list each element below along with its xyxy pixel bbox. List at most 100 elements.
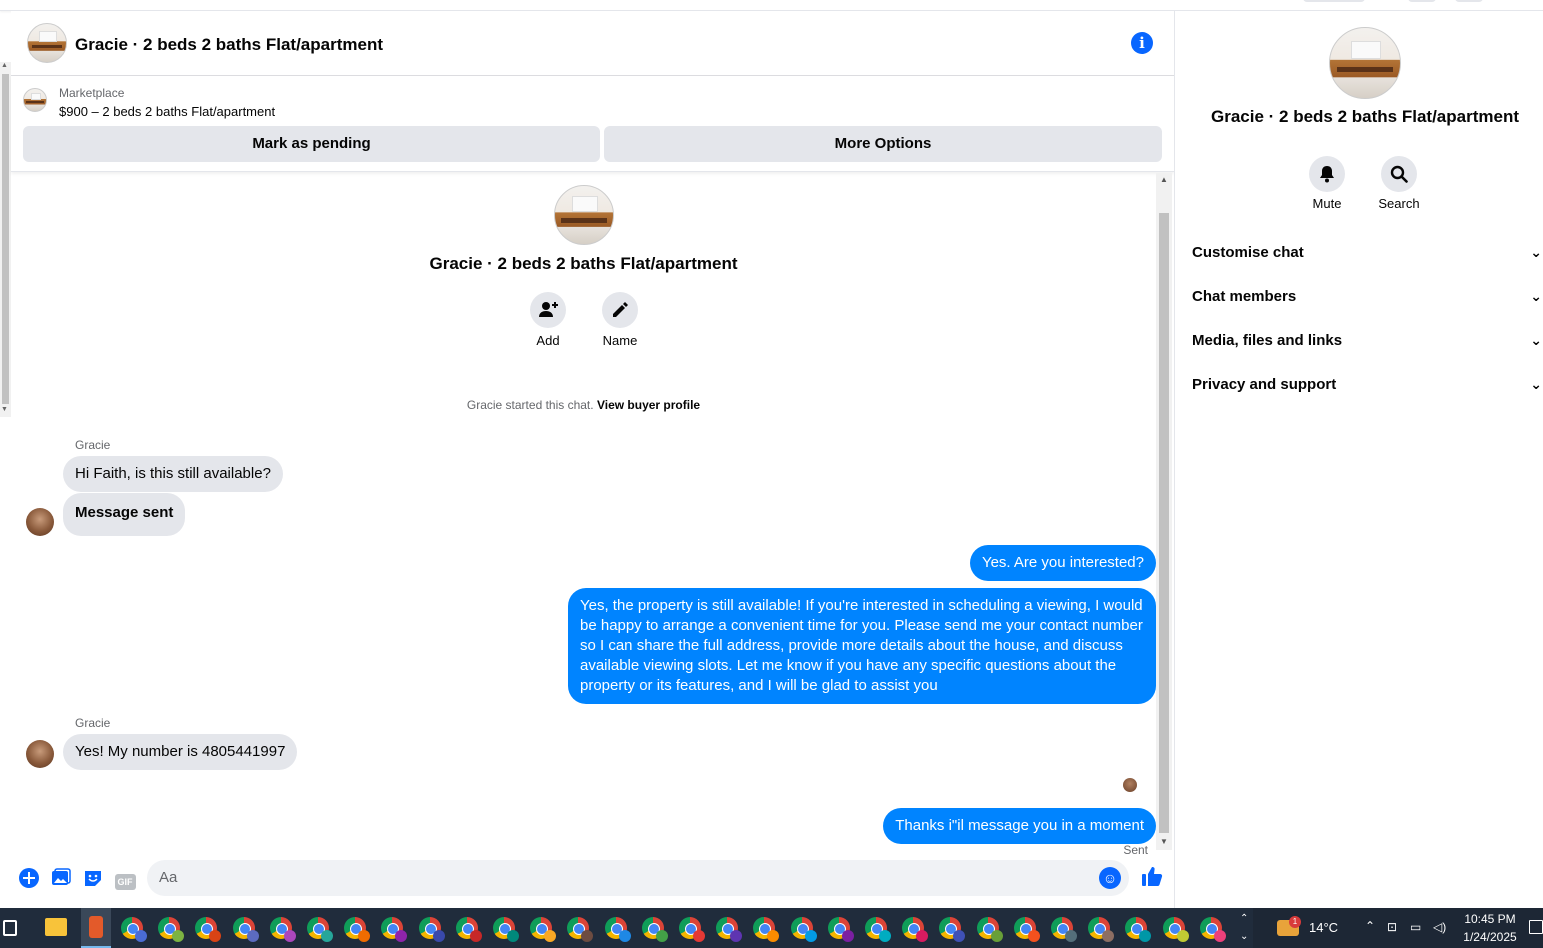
listing-thumbnail[interactable] bbox=[23, 88, 47, 112]
add-button[interactable] bbox=[530, 292, 566, 328]
emoji-icon[interactable]: ☺ bbox=[1099, 867, 1121, 889]
file-explorer-icon[interactable] bbox=[45, 918, 67, 936]
chrome-profile-taskbar-button[interactable] bbox=[865, 917, 891, 942]
chrome-profile-taskbar-button[interactable] bbox=[976, 917, 1003, 942]
chrome-profile-taskbar-button[interactable] bbox=[493, 917, 519, 942]
incoming-message[interactable]: Message sent bbox=[63, 493, 186, 536]
view-buyer-profile-link[interactable]: View buyer profile bbox=[597, 398, 700, 412]
chrome-profile-taskbar-button[interactable] bbox=[158, 917, 185, 942]
chrome-profile-taskbar-button[interactable] bbox=[827, 917, 854, 942]
scroll-up-arrow[interactable]: ▲ bbox=[1160, 175, 1168, 184]
chrome-profile-taskbar-button[interactable] bbox=[1162, 917, 1189, 942]
chrome-profile-taskbar-button[interactable] bbox=[1051, 917, 1077, 942]
incoming-message[interactable]: Hi Faith, is this still available? bbox=[63, 456, 283, 492]
chrome-profile-taskbar-button[interactable] bbox=[195, 917, 222, 942]
add-label: Add bbox=[536, 333, 560, 348]
message-input[interactable]: Aa ☺ bbox=[147, 860, 1129, 896]
chrome-profile-taskbar-button[interactable] bbox=[232, 917, 259, 942]
search-button[interactable] bbox=[1381, 156, 1417, 192]
photo-button[interactable] bbox=[50, 868, 72, 890]
taskbar-scroll-arrows[interactable]: ⌃ ⌄ bbox=[1240, 910, 1248, 946]
privacy-support-section[interactable]: Privacy and support ⌄ bbox=[1192, 376, 1542, 393]
outgoing-message[interactable]: Yes. Are you interested? bbox=[969, 545, 1156, 581]
chrome-profile-taskbar-button[interactable] bbox=[1088, 917, 1115, 942]
avatar[interactable] bbox=[26, 740, 54, 768]
more-actions-button[interactable] bbox=[18, 868, 40, 890]
photo-icon bbox=[52, 868, 71, 885]
chrome-profile-taskbar-button[interactable] bbox=[567, 917, 594, 942]
chat-title[interactable]: Gracie · 2 beds 2 baths Flat/apartment bbox=[75, 35, 383, 55]
more-options-button[interactable]: More Options bbox=[604, 126, 1162, 162]
chrome-profile-taskbar-button[interactable] bbox=[418, 917, 445, 942]
chrome-profile-taskbar-button[interactable] bbox=[679, 917, 705, 942]
customise-chat-section[interactable]: Customise chat ⌄ bbox=[1192, 244, 1542, 261]
network-icon[interactable]: ▭ bbox=[1410, 920, 1421, 934]
chrome-profile-taskbar-button[interactable] bbox=[307, 917, 333, 942]
chrome-profile-taskbar-button[interactable] bbox=[790, 917, 817, 942]
message-scroll-thumb[interactable] bbox=[1159, 213, 1169, 833]
profile-badge-icon bbox=[990, 930, 1003, 942]
gif-button[interactable]: GIF bbox=[114, 868, 136, 890]
message-list: Gracie · 2 beds 2 baths Flat/apartment A… bbox=[11, 172, 1156, 857]
left-scroll-thumb[interactable] bbox=[2, 74, 9, 404]
top-strip-icon[interactable] bbox=[1408, 0, 1436, 2]
chrome-profile-taskbar-button[interactable] bbox=[269, 917, 296, 942]
incoming-message[interactable]: Yes! My number is 4805441997 bbox=[63, 734, 298, 770]
listing-price[interactable]: $900 – 2 beds 2 baths Flat/apartment bbox=[59, 104, 275, 119]
clock-date[interactable]: 1/24/2025 bbox=[1458, 930, 1522, 944]
scroll-up-arrow[interactable]: ▲ bbox=[1, 62, 8, 69]
chrome-profile-taskbar-button[interactable] bbox=[753, 917, 780, 942]
chrome-profile-taskbar-button[interactable] bbox=[455, 917, 482, 942]
browser-top-strip bbox=[0, 0, 1543, 11]
info-icon[interactable]: i bbox=[1131, 32, 1153, 54]
chat-members-section[interactable]: Chat members ⌄ bbox=[1192, 288, 1542, 305]
listing-avatar[interactable] bbox=[27, 23, 67, 63]
scroll-down-arrow[interactable]: ▼ bbox=[1160, 837, 1168, 846]
chrome-profile-taskbar-button[interactable] bbox=[1199, 917, 1226, 942]
like-button[interactable] bbox=[1141, 865, 1163, 887]
chrome-profile-taskbar-button[interactable] bbox=[1125, 917, 1152, 942]
pencil-icon bbox=[613, 302, 628, 317]
name-button[interactable] bbox=[602, 292, 638, 328]
chrome-profile-taskbar-button[interactable] bbox=[939, 917, 966, 942]
chrome-profile-taskbar-button[interactable] bbox=[1013, 917, 1040, 942]
chrome-profile-taskbar-button[interactable] bbox=[902, 917, 929, 942]
chrome-profile-taskbar-button[interactable] bbox=[344, 917, 371, 942]
profile-avatar[interactable] bbox=[1329, 27, 1401, 99]
scroll-down-arrow[interactable]: ▼ bbox=[1, 406, 8, 413]
outgoing-message[interactable]: Thanks i"il message you in a moment bbox=[883, 808, 1156, 844]
message-scrollbar[interactable]: ▲ ▼ bbox=[1156, 173, 1172, 850]
active-app-button[interactable] bbox=[81, 908, 111, 948]
avatar[interactable] bbox=[26, 508, 54, 536]
temperature[interactable]: 14°C bbox=[1309, 920, 1338, 935]
media-files-links-section[interactable]: Media, files and links ⌄ bbox=[1192, 332, 1542, 349]
top-strip-icon[interactable] bbox=[1455, 0, 1483, 2]
chrome-profile-taskbar-button[interactable] bbox=[121, 917, 147, 942]
task-view-icon[interactable] bbox=[3, 920, 17, 936]
notifications-icon[interactable] bbox=[1529, 920, 1543, 934]
sticker-button[interactable] bbox=[82, 868, 104, 890]
profile-title: Gracie · 2 beds 2 baths Flat/apartment bbox=[1211, 107, 1519, 126]
conversation-title: Gracie · 2 beds 2 baths Flat/apartment bbox=[429, 254, 738, 273]
bell-icon bbox=[1320, 166, 1334, 183]
show-hidden-icons[interactable]: ⌃ bbox=[1365, 919, 1375, 933]
profile-badge-icon bbox=[1139, 930, 1152, 942]
profile-badge-icon bbox=[1027, 930, 1040, 942]
chrome-profile-taskbar-button[interactable] bbox=[530, 917, 557, 942]
left-scrollbar[interactable]: ▲ ▼ bbox=[0, 62, 11, 417]
profile-badge-icon bbox=[879, 930, 891, 942]
section-label: Chat members bbox=[1192, 288, 1297, 305]
top-strip-control[interactable] bbox=[1303, 0, 1365, 2]
thumbs-up-icon bbox=[1142, 867, 1163, 886]
chrome-profile-taskbar-button[interactable] bbox=[641, 917, 668, 942]
onedrive-icon[interactable]: ⊡ bbox=[1387, 920, 1397, 934]
chrome-profile-taskbar-button[interactable] bbox=[604, 917, 631, 942]
chrome-profile-taskbar-button[interactable] bbox=[716, 917, 743, 942]
outgoing-message[interactable]: Yes, the property is still available! If… bbox=[568, 588, 1156, 704]
chrome-profile-taskbar-button[interactable] bbox=[381, 917, 408, 942]
volume-icon[interactable]: ◁) bbox=[1433, 920, 1446, 934]
profile-badge-icon bbox=[581, 930, 594, 942]
mute-button[interactable] bbox=[1309, 156, 1345, 192]
clock-time[interactable]: 10:45 PM bbox=[1460, 912, 1520, 926]
mark-as-pending-button[interactable]: Mark as pending bbox=[23, 126, 600, 162]
